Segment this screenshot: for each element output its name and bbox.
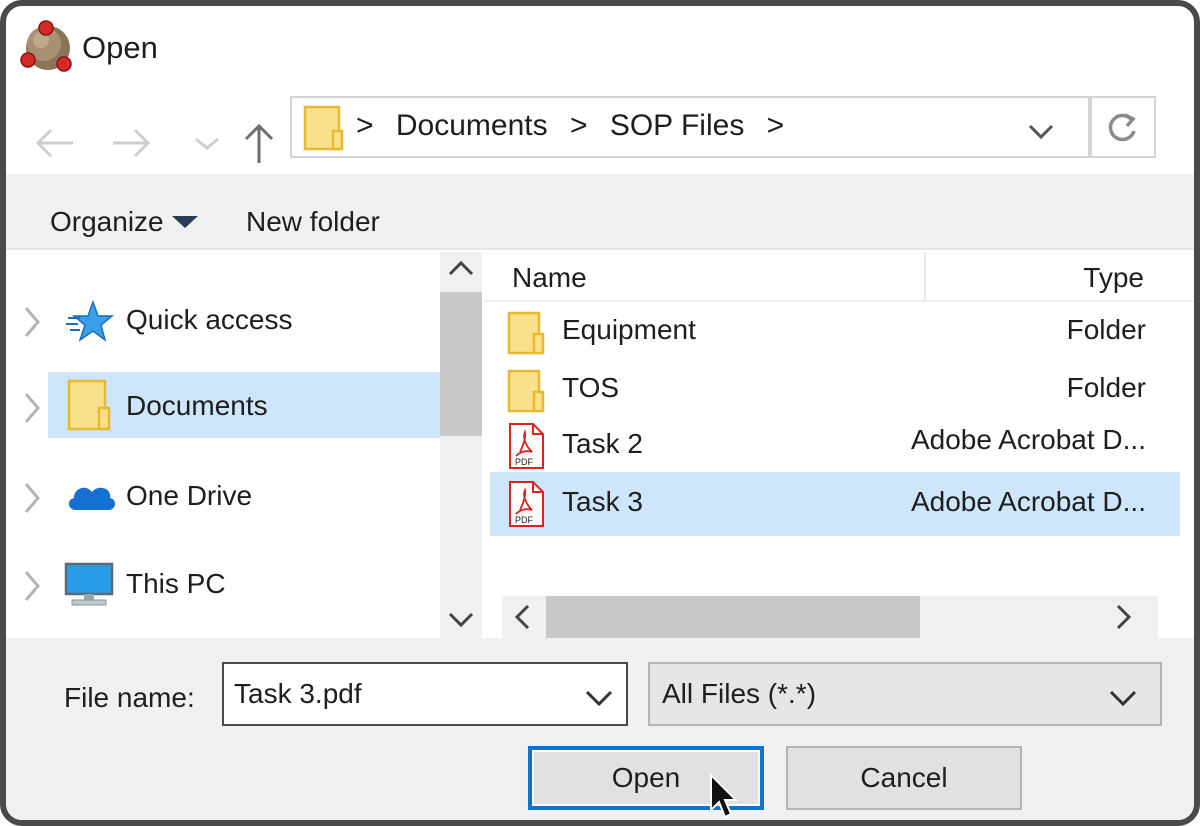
chevron-right-icon[interactable]: [20, 388, 44, 428]
mouse-cursor-icon: [710, 772, 738, 819]
pdf-badge: PDF: [515, 457, 534, 467]
file-list: Name Type Equipment Folder TOS Folder PD…: [484, 252, 1194, 638]
chevron-down-icon[interactable]: [584, 682, 614, 712]
chevron-down-icon[interactable]: [1108, 682, 1138, 712]
chevron-down-icon[interactable]: [1026, 116, 1056, 146]
sidebar-item-label: This PC: [126, 568, 226, 599]
breadcrumb-separator[interactable]: >: [767, 109, 785, 142]
file-type: Adobe Acrobat D...: [910, 424, 1146, 455]
chevron-left-icon[interactable]: [508, 602, 538, 632]
file-row-task-2[interactable]: PDF Task 2 Adobe Acrobat D...: [490, 418, 1180, 476]
file-name: Equipment: [562, 314, 696, 345]
folder-icon: [303, 105, 344, 151]
breadcrumb-separator[interactable]: >: [570, 109, 588, 142]
sidebar-item-this-pc[interactable]: This PC: [6, 554, 440, 620]
cloud-icon: [68, 487, 116, 510]
up-button[interactable]: [234, 118, 284, 168]
molecule-icon: [20, 20, 72, 72]
file-list-horizontal-scrollbar[interactable]: [502, 596, 1158, 638]
breadcrumb-separator[interactable]: >: [356, 109, 374, 142]
title-bar: Open: [6, 6, 1194, 94]
window-title: Open: [82, 30, 158, 65]
organize-label: Organize: [50, 206, 164, 237]
dialog-footer: File name: Task 3.pdf All Files (*.*) Op…: [6, 638, 1194, 820]
chevron-up-icon[interactable]: [446, 254, 476, 284]
navigation-pane-scrollbar[interactable]: [440, 252, 482, 638]
sidebar-item-label: Documents: [126, 390, 268, 421]
breadcrumb-documents[interactable]: Documents: [396, 109, 548, 142]
column-divider[interactable]: [924, 252, 926, 300]
navigation-pane: Quick access Documents One Drive This PC: [6, 252, 440, 638]
file-name-combobox[interactable]: Task 3.pdf: [222, 662, 628, 726]
file-name: TOS: [562, 372, 620, 403]
file-row-equipment[interactable]: Equipment Folder: [490, 304, 1180, 362]
sidebar-item-label: One Drive: [126, 480, 253, 511]
folder-icon: [67, 379, 111, 431]
file-type: Folder: [1066, 314, 1146, 345]
sidebar-item-one-drive[interactable]: One Drive: [6, 466, 440, 532]
file-name: Task 2: [562, 428, 643, 459]
file-row-tos[interactable]: TOS Folder: [490, 362, 1180, 420]
chevron-down-icon: [195, 137, 219, 150]
back-button[interactable]: [30, 118, 80, 168]
breadcrumb: > Documents > SOP Files >: [356, 109, 798, 143]
scrollbar-thumb[interactable]: [440, 292, 482, 436]
pdf-icon: PDF: [509, 423, 544, 469]
breadcrumb-sop-files[interactable]: SOP Files: [610, 109, 745, 142]
monitor-icon: [64, 562, 114, 606]
file-type: Folder: [1066, 372, 1146, 403]
refresh-button[interactable]: [1090, 96, 1156, 158]
folder-icon: [507, 369, 545, 413]
file-type-filter-select[interactable]: All Files (*.*): [648, 662, 1162, 726]
caret-down-icon: [171, 216, 198, 228]
refresh-icon: [1108, 113, 1136, 142]
pdf-icon: PDF: [509, 481, 544, 527]
chevron-right-icon[interactable]: [1108, 602, 1138, 632]
arrow-up-icon: [244, 123, 274, 163]
arrow-right-icon: [113, 128, 151, 158]
sidebar-item-label: Quick access: [126, 304, 293, 335]
cancel-button[interactable]: Cancel: [786, 746, 1022, 810]
arrow-left-icon: [35, 128, 73, 158]
sidebar-item-quick-access[interactable]: Quick access: [6, 290, 440, 356]
open-file-dialog: Open > Documents > SOP Files > Organize …: [0, 0, 1200, 826]
address-bar[interactable]: > Documents > SOP Files >: [290, 96, 1090, 158]
organize-menu[interactable]: Organize: [50, 206, 198, 238]
command-bar: Organize New folder: [6, 174, 1194, 250]
file-type-filter-value: All Files (*.*): [662, 678, 817, 709]
file-name-input[interactable]: Task 3.pdf: [234, 678, 362, 710]
file-row-task-3[interactable]: PDF Task 3 Adobe Acrobat D...: [490, 472, 1180, 536]
column-header-name[interactable]: Name: [512, 262, 587, 294]
folder-icon: [507, 311, 545, 355]
scrollbar-thumb[interactable]: [546, 596, 920, 638]
file-name-label: File name:: [64, 682, 195, 713]
pdf-badge: PDF: [515, 515, 534, 525]
file-name: Task 3: [562, 486, 643, 517]
star-icon: [66, 299, 115, 342]
forward-button[interactable]: [106, 118, 156, 168]
column-header-row: Name Type: [484, 252, 1194, 302]
file-type: Adobe Acrobat D...: [910, 486, 1146, 517]
column-header-type[interactable]: Type: [1083, 262, 1144, 294]
chevron-down-icon[interactable]: [446, 604, 476, 634]
sidebar-item-documents[interactable]: Documents: [48, 372, 440, 438]
new-folder-button[interactable]: New folder: [246, 206, 380, 238]
recent-locations-button[interactable]: [182, 118, 232, 168]
